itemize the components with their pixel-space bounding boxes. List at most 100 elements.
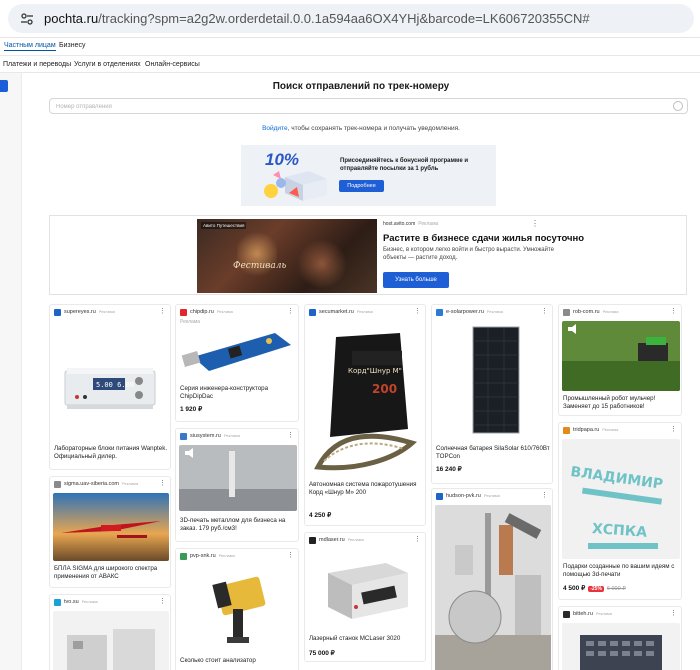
more-options-icon[interactable]: ⋮ [414, 535, 421, 543]
card-host-name: secumarket.ru [319, 309, 354, 315]
ad-label: Реклама [595, 611, 612, 616]
tracking-search-box [49, 98, 688, 114]
bonus-details-button[interactable]: Подробнее [339, 180, 384, 192]
bonus-banner[interactable]: 10% Присоединяйтесь к бонусной программе… [241, 145, 496, 206]
site-favicon-icon [563, 611, 570, 618]
product-image [179, 327, 297, 381]
card-host-name: mdlaser.ru [319, 537, 345, 543]
card-host: sigma.uav-siberia.com Реклама [64, 481, 138, 487]
ad-label: Реклама [483, 493, 500, 498]
ad-cta-button[interactable]: Узнать больше [383, 272, 449, 288]
card-title[interactable]: Лабораторные блоки питания Wanptek. Офиц… [54, 445, 170, 461]
card-title[interactable]: 3D-печать металлом для бизнеса на заказ.… [180, 517, 298, 533]
product-card[interactable]: pvp-snk.ru Реклама ⋮ Сколько стоит анализ… [175, 548, 299, 670]
card-host: rob-com.ru Реклама [573, 309, 619, 315]
site-favicon-icon [180, 553, 187, 560]
card-title[interactable]: Солнечная батарея SilaSolar 610/760Вт TO… [436, 445, 552, 461]
product-card[interactable]: sigma.uav-siberia.com Реклама ⋮ БПЛА SIGM… [49, 476, 171, 588]
card-host-name: hudson-pvk.ru [446, 493, 481, 499]
more-options-icon[interactable]: ⋮ [541, 491, 548, 499]
ad-image[interactable]: Авито Путешествия Фестиваль [197, 219, 377, 293]
nav-office-services[interactable]: Услуги в отделениях [74, 61, 141, 68]
url-field[interactable]: pochta.ru/tracking?spm=a2g2w.orderdetail… [8, 4, 694, 33]
more-options-icon[interactable]: ⋮ [670, 307, 677, 315]
url-path: /tracking?spm=a2g2w.orderdetail.0.0.1a59… [98, 11, 590, 26]
site-favicon-icon [309, 309, 316, 316]
nav-payments[interactable]: Платежи и переводы [3, 61, 71, 68]
ad-label: Реклама [602, 427, 619, 432]
card-host: e-solarpower.ru Реклама [446, 309, 503, 315]
card-title[interactable]: Серия инженера-конструктора ChipDipDac [180, 385, 298, 401]
site-favicon-icon [54, 481, 61, 488]
card-title[interactable]: Автономная система пожаротушения Корд «Ш… [309, 481, 425, 497]
nav-online-services[interactable]: Онлайн-сервисы [145, 61, 200, 68]
site-favicon-icon [563, 427, 570, 434]
product-image [435, 505, 551, 670]
nav-business[interactable]: Бизнесу [59, 42, 85, 49]
card-title[interactable]: Промышленный робот мульчер! Заменяет до … [563, 395, 681, 411]
card-title[interactable]: Подарки созданные по вашим идеям с помощ… [563, 563, 681, 579]
card-title[interactable]: Лазерный станок MCLaser 3020 [309, 635, 425, 643]
card-host: bitteh.ru Реклама [573, 611, 612, 617]
more-options-icon[interactable]: ⋮ [159, 479, 166, 487]
card-price-value: 4 500 ₽ [563, 585, 586, 592]
product-card[interactable]: rob-com.ru Реклама ⋮ Промышленный робот м… [558, 304, 682, 416]
more-options-icon[interactable]: ⋮ [287, 307, 294, 315]
tracking-number-input[interactable] [56, 101, 656, 112]
product-card[interactable]: chipdip.ru Реклама ⋮ Реклама Серия инжене… [175, 304, 299, 422]
wide-ad[interactable]: Авито Путешествия Фестиваль host.avito.c… [49, 215, 687, 295]
discount-badge: -25% [588, 586, 604, 592]
site-settings-icon[interactable] [20, 12, 34, 26]
card-host-name: bitteh.ru [573, 611, 593, 617]
product-card[interactable]: siusystem.ru Реклама ⋮ 3D-печать металлом… [175, 428, 299, 542]
product-card[interactable]: secumarket.ru Реклама ⋮ Корд"Шнур М" 200 … [304, 304, 426, 526]
product-card[interactable]: tridpapa.ru Реклама ⋮ ВЛАДИМИР ХСПКА Пода… [558, 422, 682, 600]
product-image [435, 321, 551, 439]
nav-private-persons[interactable]: Частным лицам [4, 42, 56, 51]
card-host: chipdip.ru Реклама [190, 309, 233, 315]
package-label: Корд"Шнур М" [348, 367, 402, 375]
card-host: siusystem.ru Реклама [190, 433, 240, 439]
product-image: 5.00 6.00 [53, 321, 169, 439]
card-title[interactable]: Сколько стоит анализатор [180, 657, 298, 665]
more-options-icon[interactable]: ⋮ [670, 425, 677, 433]
image-decoration [297, 239, 347, 289]
product-card[interactable]: bitteh.ru Реклама ⋮ [558, 606, 682, 670]
product-card[interactable]: e-solarpower.ru Реклама ⋮ Солнечная батар… [431, 304, 553, 484]
product-card[interactable]: supereyes.ru Реклама ⋮ 5.00 6.00 Лаборато… [49, 304, 171, 470]
card-host: mdlaser.ru Реклама [319, 537, 364, 543]
more-options-icon[interactable]: ⋮ [414, 307, 421, 315]
left-rail [0, 73, 22, 670]
more-options-icon[interactable]: ⋮ [531, 219, 539, 228]
ad-description: Бизнес, в котором легко войти и быстро в… [383, 247, 554, 261]
card-host: supereyes.ru Реклама [64, 309, 115, 315]
product-image [179, 565, 297, 653]
ad-title[interactable]: Растите в бизнесе сдачи жилья посуточно [383, 233, 584, 244]
audience-nav: Частным лицам Бизнесу [0, 38, 700, 56]
product-image: Корд"Шнур М" 200 [308, 321, 424, 479]
page-title: Поиск отправлений по трек-номеру [272, 81, 450, 92]
more-options-icon[interactable]: ⋮ [670, 609, 677, 617]
card-title[interactable]: БПЛА SIGMA для широкого спектра применен… [54, 565, 170, 581]
card-price: 1 920 ₽ [180, 406, 203, 413]
more-options-icon[interactable]: ⋮ [159, 597, 166, 605]
site-favicon-icon [180, 309, 187, 316]
product-card[interactable]: tvo.su Реклама ⋮ [49, 594, 171, 670]
login-link[interactable]: Войдите [262, 125, 288, 132]
more-options-icon[interactable]: ⋮ [287, 551, 294, 559]
login-note-text: , чтобы сохранять трек-номера и получать… [287, 125, 460, 132]
product-image [53, 493, 169, 561]
site-favicon-icon [180, 433, 187, 440]
site-favicon-icon [436, 493, 443, 500]
product-image [562, 623, 680, 670]
more-options-icon[interactable]: ⋮ [159, 307, 166, 315]
more-options-icon[interactable]: ⋮ [287, 431, 294, 439]
ad-label: Реклама [218, 553, 235, 558]
card-price: 4 250 ₽ [309, 512, 332, 519]
more-options-icon[interactable]: ⋮ [541, 307, 548, 315]
rail-active-marker[interactable] [0, 80, 8, 92]
url-text[interactable]: pochta.ru/tracking?spm=a2g2w.orderdetail… [44, 11, 590, 26]
product-card[interactable]: hudson-pvk.ru Реклама ⋮ [431, 488, 553, 670]
product-card[interactable]: mdlaser.ru Реклама ⋮ Лазерный станок MCLa… [304, 532, 426, 662]
ad-image-script: Фестиваль [233, 261, 287, 271]
